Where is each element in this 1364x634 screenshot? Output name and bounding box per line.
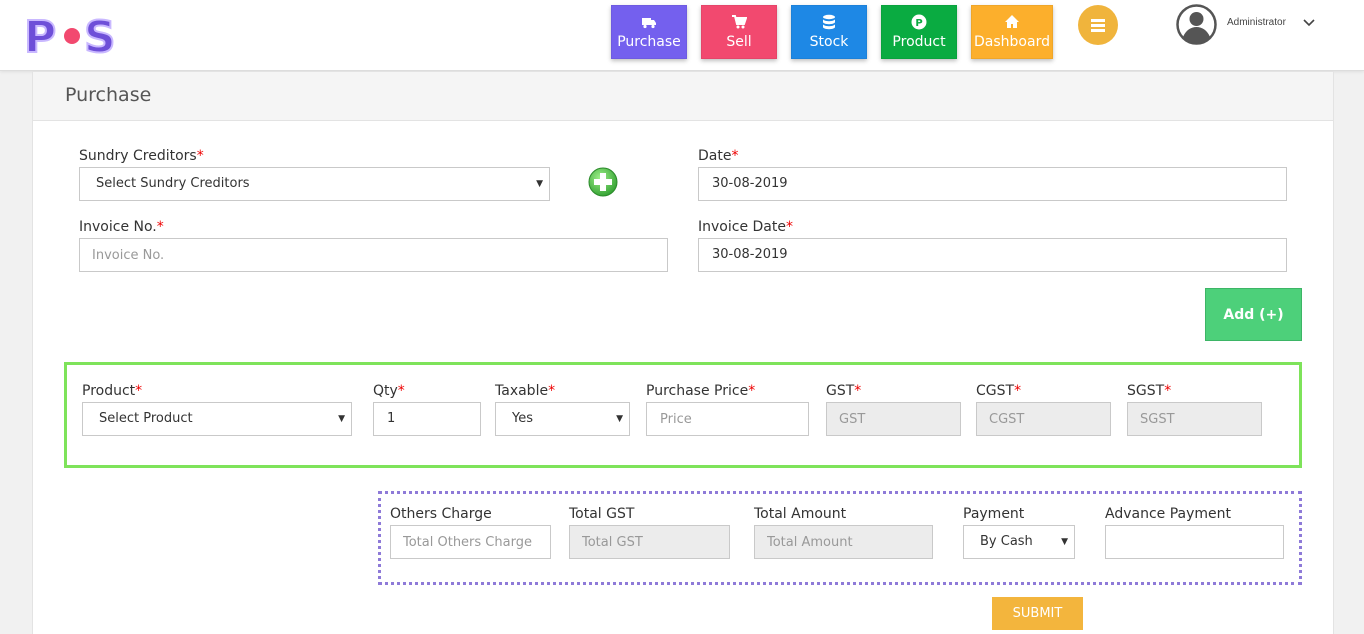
hamburger-menu-button[interactable] <box>1078 5 1118 45</box>
purchase-price-input[interactable] <box>646 402 809 436</box>
payment-select[interactable]: By Cash ▼ <box>963 525 1075 559</box>
purchase-price-label: Purchase Price* <box>646 383 756 399</box>
total-gst-input <box>569 525 730 559</box>
top-navbar: P S Purchase Sell Stock P Product Dashbo… <box>0 0 1364 71</box>
gst-input <box>826 402 961 436</box>
invoice-no-input[interactable] <box>79 238 668 272</box>
nav-sell-label: Sell <box>726 34 752 50</box>
gst-label: GST* <box>826 383 862 399</box>
nav-dashboard-label: Dashboard <box>974 34 1050 50</box>
product-label: Product* <box>82 383 143 399</box>
nav-purchase-label: Purchase <box>617 34 681 50</box>
dropdown-arrow-icon: ▼ <box>616 414 623 424</box>
product-p-icon: P <box>911 14 927 30</box>
dropdown-arrow-icon: ▼ <box>536 179 543 189</box>
user-name[interactable]: Administrator <box>1227 17 1286 28</box>
advance-payment-label: Advance Payment <box>1105 506 1232 522</box>
pos-logo[interactable]: P S <box>24 12 124 58</box>
nav-sell-button[interactable]: Sell <box>701 5 777 59</box>
hamburger-icon <box>1091 19 1105 22</box>
nav-stock-label: Stock <box>809 34 849 50</box>
invoice-no-label: Invoice No.* <box>79 219 164 235</box>
payment-label: Payment <box>963 506 1025 522</box>
svg-text:P: P <box>24 12 56 58</box>
nav-stock-button[interactable]: Stock <box>791 5 867 59</box>
others-charge-label: Others Charge <box>390 506 492 522</box>
total-amount-label: Total Amount <box>754 506 847 522</box>
svg-text:P: P <box>915 18 922 29</box>
svg-text:S: S <box>84 12 116 58</box>
taxable-label: Taxable* <box>495 383 556 399</box>
total-gst-label: Total GST <box>569 506 635 522</box>
nav-product-label: Product <box>892 34 946 50</box>
add-product-button[interactable]: Add (+) <box>1205 288 1302 341</box>
cart-icon <box>732 15 747 29</box>
submit-button[interactable]: SUBMIT <box>992 597 1083 630</box>
sgst-label: SGST* <box>1127 383 1172 399</box>
cgst-input <box>976 402 1111 436</box>
sgst-input <box>1127 402 1262 436</box>
taxable-select[interactable]: Yes ▼ <box>495 402 630 436</box>
nav-dashboard-button[interactable]: Dashboard <box>971 5 1053 59</box>
dropdown-arrow-icon: ▼ <box>338 414 345 424</box>
user-avatar-icon[interactable] <box>1176 4 1217 45</box>
nav-purchase-button[interactable]: Purchase <box>611 5 687 59</box>
sundry-creditors-label: Sundry Creditors* <box>79 148 204 164</box>
cgst-label: CGST* <box>976 383 1022 399</box>
date-input[interactable]: 30-08-2019 <box>698 167 1287 201</box>
total-amount-input <box>754 525 933 559</box>
date-label: Date* <box>698 148 739 164</box>
home-icon <box>1005 15 1019 28</box>
qty-label: Qty* <box>373 383 405 399</box>
database-icon <box>823 14 835 30</box>
invoice-date-label: Invoice Date* <box>698 219 793 235</box>
page-title: Purchase <box>65 84 152 106</box>
chevron-down-icon[interactable] <box>1302 18 1316 28</box>
sundry-creditors-select[interactable]: Select Sundry Creditors ▼ <box>79 167 550 201</box>
add-creditor-plus-icon[interactable] <box>588 167 618 197</box>
dropdown-arrow-icon: ▼ <box>1061 537 1068 547</box>
card-header: Purchase <box>33 72 1333 121</box>
others-charge-input[interactable] <box>390 525 551 559</box>
advance-payment-input[interactable] <box>1105 525 1284 559</box>
invoice-date-input[interactable]: 30-08-2019 <box>698 238 1287 272</box>
qty-input[interactable]: 1 <box>373 402 481 436</box>
nav-product-button[interactable]: P Product <box>881 5 957 59</box>
truck-icon <box>642 18 656 29</box>
product-select[interactable]: Select Product ▼ <box>82 402 352 436</box>
